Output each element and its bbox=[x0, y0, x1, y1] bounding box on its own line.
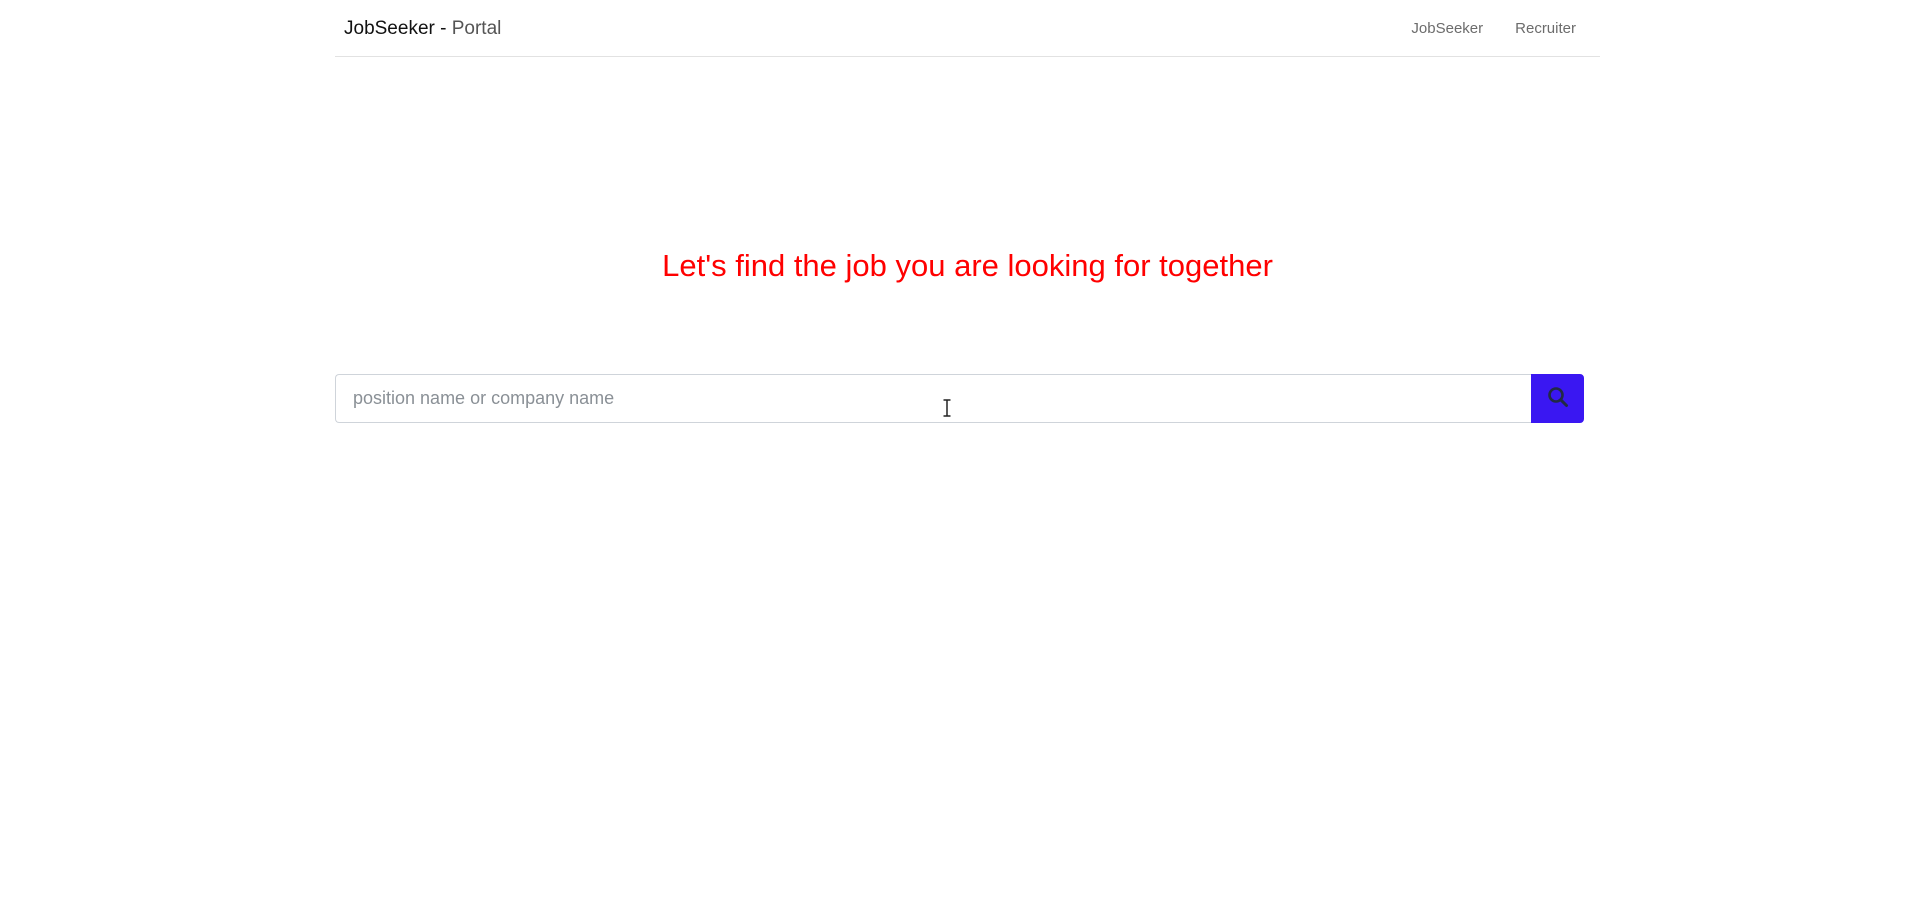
brand-logo[interactable]: JobSeeker - Portal bbox=[344, 17, 501, 41]
search-group bbox=[335, 374, 1584, 423]
search-button[interactable] bbox=[1531, 374, 1584, 423]
brand-main-text: JobSeeker - bbox=[344, 18, 447, 39]
top-navbar: JobSeeker - Portal JobSeeker Recruiter bbox=[335, 0, 1600, 57]
nav-links: JobSeeker Recruiter bbox=[1411, 19, 1576, 39]
text-cursor-icon bbox=[941, 398, 953, 418]
nav-link-jobseeker[interactable]: JobSeeker bbox=[1411, 19, 1483, 39]
nav-link-recruiter[interactable]: Recruiter bbox=[1515, 19, 1576, 39]
hero-headline: Let's find the job you are looking for t… bbox=[662, 248, 1273, 283]
brand-sub-text: Portal bbox=[451, 18, 502, 39]
search-icon bbox=[1547, 386, 1569, 411]
search-input[interactable] bbox=[335, 374, 1531, 423]
